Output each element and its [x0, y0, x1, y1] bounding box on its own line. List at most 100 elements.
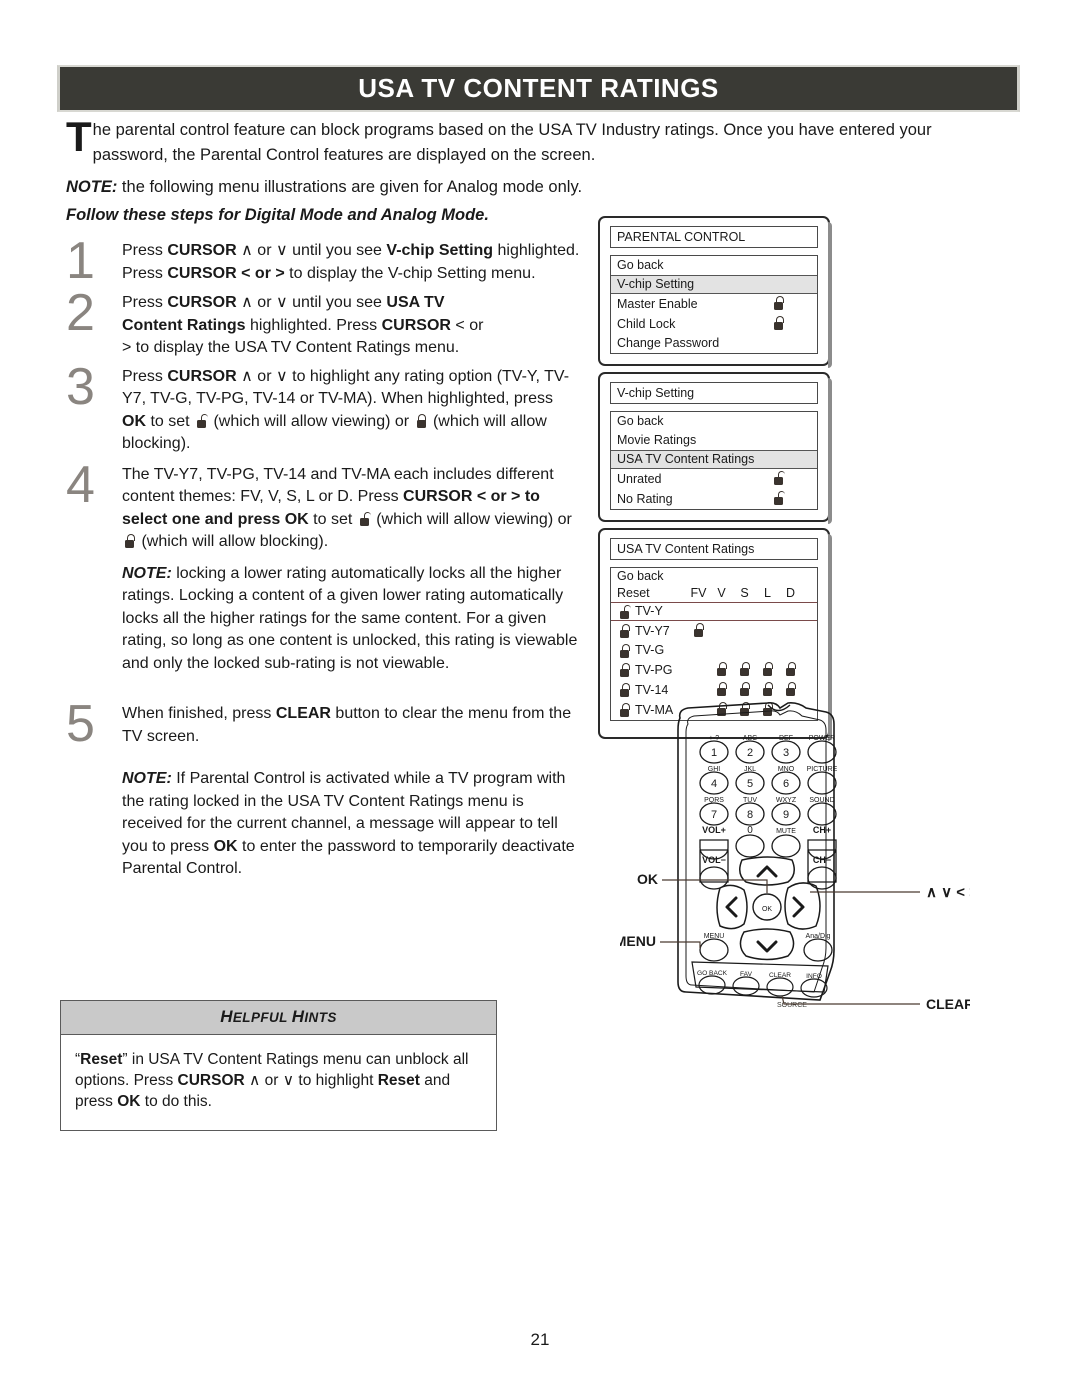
follow-steps-heading: Follow these steps for Digital Mode and …	[66, 206, 489, 224]
rating-row-tv-pg[interactable]: TV-PG	[611, 660, 817, 680]
rating-label: TV-G	[635, 643, 665, 657]
rating-row-tv-y[interactable]: TV-Y	[611, 602, 817, 621]
lock-open-icon	[196, 413, 209, 428]
menu-v-chip-setting: V-chip Setting Go back Movie Ratings USA…	[598, 372, 832, 524]
lock-closed-icon	[716, 662, 727, 676]
step-1-number: 1	[66, 232, 95, 290]
key-power[interactable]	[807, 740, 837, 764]
step-1-vchip: V-chip Setting	[386, 242, 494, 259]
menu-item-icon-slot	[763, 296, 811, 312]
step-2-t5: > to display the USA TV Content Ratings …	[122, 339, 460, 356]
key-row-2: GHI 4 JKL 5 MNO 6 PICTURE	[699, 766, 838, 795]
cell-d[interactable]	[779, 662, 802, 678]
drop-cap: T	[66, 113, 92, 160]
menu-item-child-lock[interactable]: Child Lock	[611, 314, 817, 334]
menu-shadow	[828, 378, 832, 524]
lock-open-icon	[619, 604, 631, 619]
menu-item-unrated[interactable]: Unrated	[611, 469, 817, 489]
step-4-note-label: NOTE:	[122, 564, 172, 582]
step-2-cursor: CURSOR	[167, 294, 237, 311]
cell-l[interactable]	[756, 662, 779, 678]
rating-row-tv-y7[interactable]: TV-Y7	[611, 621, 817, 641]
step-4-cursor: CURSOR	[403, 488, 473, 505]
lock-closed-icon	[773, 296, 784, 310]
lock-open-icon	[359, 511, 371, 526]
menu-item-no-rating[interactable]: No Rating	[611, 489, 817, 509]
helpful-hints-box: HELPFUL HINTS “Reset” in USA TV Content …	[60, 1000, 497, 1131]
ratings-go-back[interactable]: Go back	[611, 568, 817, 585]
menu-item-movie-ratings[interactable]: Movie Ratings	[611, 431, 817, 450]
ratings-reset[interactable]: Reset	[617, 586, 687, 601]
menu-parental-control: PARENTAL CONTROL Go back V-chip Setting …	[598, 216, 832, 368]
steps-list: 1 Press CURSOR ∧ or ∨ until you see V-ch…	[60, 232, 580, 887]
key-menu[interactable]	[699, 938, 729, 962]
key-clear[interactable]	[766, 977, 794, 997]
cell-v[interactable]	[710, 662, 733, 678]
key-mute[interactable]	[771, 834, 801, 858]
menu-item-go-back[interactable]: Go back	[611, 412, 817, 431]
nav-down-button[interactable]	[739, 928, 795, 961]
step-3-t3: to set	[146, 412, 195, 430]
bottom-key-strip: GO BACK FAV CLEAR INFO SOURCE	[691, 961, 829, 1009]
cell-l[interactable]	[756, 682, 779, 698]
key-picture[interactable]	[807, 771, 837, 795]
callout-ok: OK	[637, 871, 658, 887]
menu-item-label: Movie Ratings	[617, 433, 697, 447]
key-main-label: 1	[711, 747, 717, 759]
chevron-down-icon	[756, 940, 778, 953]
analog-note: NOTE: the following menu illustrations a…	[66, 175, 766, 199]
rating-label-cell: TV-G	[617, 643, 687, 658]
ch-minus-label: CH−	[813, 855, 831, 865]
key-sound[interactable]	[807, 802, 837, 826]
chevron-left-icon	[725, 896, 738, 918]
key-ch-minus[interactable]	[807, 866, 837, 890]
menu-item-label: No Rating	[617, 491, 673, 506]
key-0[interactable]	[735, 834, 765, 858]
vol-minus-label: VOL−	[702, 855, 726, 865]
step-1-t1: Press	[122, 242, 168, 259]
step-2-usatv: USA TV	[386, 294, 445, 311]
page-number: 21	[530, 1330, 550, 1349]
hints-reset: Reset	[80, 1051, 123, 1068]
cell-s[interactable]	[733, 682, 756, 698]
rating-label: TV-Y	[635, 604, 663, 618]
key-fav[interactable]	[732, 976, 760, 996]
column-header-d: D	[785, 586, 796, 600]
nav-left-button[interactable]	[716, 884, 748, 930]
ratings-header-row: Reset FV V S L D	[611, 585, 817, 602]
column-header-l: L	[764, 586, 771, 600]
key-row-4: VOL+ 0 MUTE CH+	[699, 825, 837, 860]
cell-fv[interactable]	[687, 623, 710, 639]
step-4: 4 The TV-Y7, TV-PG, TV-14 and TV-MA each…	[60, 455, 580, 676]
cell-s[interactable]	[733, 662, 756, 678]
key-go-back[interactable]	[698, 975, 726, 995]
menu-item-v-chip-setting[interactable]: V-chip Setting	[611, 275, 817, 294]
hints-cursor: CURSOR	[177, 1072, 245, 1089]
key-info[interactable]	[800, 978, 828, 998]
step-3-cursor: CURSOR	[167, 367, 237, 385]
key-main-label: 4	[711, 778, 717, 790]
cell-d[interactable]	[779, 682, 802, 698]
step-4-number: 4	[66, 455, 95, 514]
page-title: USA TV CONTENT RATINGS	[358, 73, 719, 103]
menu-item-master-enable[interactable]: Master Enable	[611, 294, 817, 314]
remote-control-illustration: +-? 1 ABC 2 DEF 3 POWER GHI 4 JKL 5 MNO …	[615, 700, 978, 1030]
lock-closed-icon	[762, 662, 773, 676]
step-2-t4: < or	[450, 316, 484, 334]
mute-label: MUTE	[776, 828, 796, 835]
helpful-hints-body: “Reset” in USA TV Content Ratings menu c…	[61, 1035, 496, 1130]
rating-row-tv-g[interactable]: TV-G	[611, 641, 817, 660]
key-anadig[interactable]	[803, 938, 833, 962]
step-1-body: Press CURSOR ∧ or ∨ until you see V-chip…	[122, 236, 580, 286]
lock-closed-icon	[762, 682, 773, 696]
menu-item-change-password[interactable]: Change Password	[611, 334, 817, 353]
lock-closed-icon	[619, 643, 630, 658]
callout-clear: CLEAR	[926, 996, 970, 1012]
rating-row-tv-14[interactable]: TV-14	[611, 680, 817, 700]
step-4-t3: to set	[308, 510, 357, 528]
menu-item-usa-tv-content-ratings[interactable]: USA TV Content Ratings	[611, 450, 817, 469]
lock-closed-icon	[739, 662, 750, 676]
cell-v[interactable]	[710, 682, 733, 698]
menu-item-go-back[interactable]: Go back	[611, 256, 817, 275]
lock-closed-icon	[739, 682, 750, 696]
